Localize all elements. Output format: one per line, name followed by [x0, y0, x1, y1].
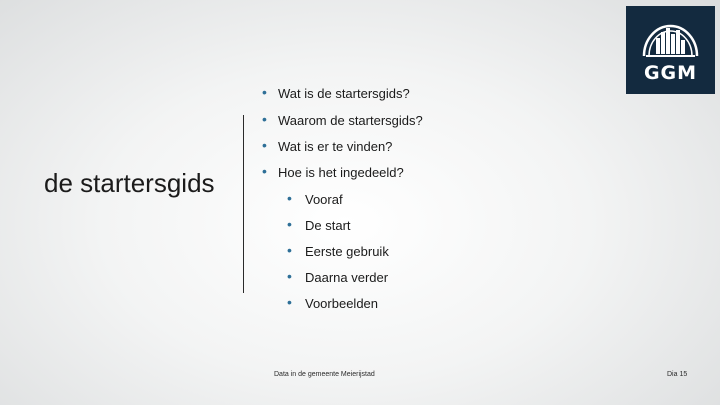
- ggm-logo: GGM: [626, 6, 715, 94]
- sub-bullet-text: Voorbeelden: [305, 296, 379, 311]
- bullet-text: Wat is de startersgids?: [278, 86, 410, 101]
- sub-bullet-text: De start: [305, 218, 351, 233]
- bullet-dot-icon: •: [262, 84, 267, 100]
- logo-text: GGM: [643, 62, 698, 84]
- sub-bullet-text: Vooraf: [305, 192, 343, 207]
- bullet-dot-icon: •: [287, 190, 292, 206]
- bullet-dot-icon: •: [287, 242, 292, 258]
- sub-bullet-text: Daarna verder: [305, 270, 389, 285]
- bullet-dot-icon: •: [287, 294, 292, 310]
- slide-number: Dia 15: [667, 371, 688, 378]
- slide: GGM de startersgids • Wat is de starters…: [0, 0, 720, 405]
- city-skyline-arch-icon: [642, 24, 699, 57]
- bullet-dot-icon: •: [262, 137, 267, 153]
- bullet-dot-icon: •: [262, 111, 267, 127]
- bullet-text: Waarom de startersgids?: [278, 113, 423, 128]
- bullet-text: Wat is er te vinden?: [278, 139, 393, 154]
- vertical-divider: [243, 115, 244, 293]
- sub-bullet-text: Eerste gebruik: [305, 244, 389, 259]
- footer-text: Data in de gemeente Meierijstad: [274, 371, 375, 378]
- bullet-dot-icon: •: [287, 268, 292, 284]
- bullet-dot-icon: •: [262, 163, 267, 179]
- bullet-text: Hoe is het ingedeeld?: [278, 165, 404, 180]
- slide-title: de startersgids: [44, 168, 215, 198]
- bullet-dot-icon: •: [287, 216, 292, 232]
